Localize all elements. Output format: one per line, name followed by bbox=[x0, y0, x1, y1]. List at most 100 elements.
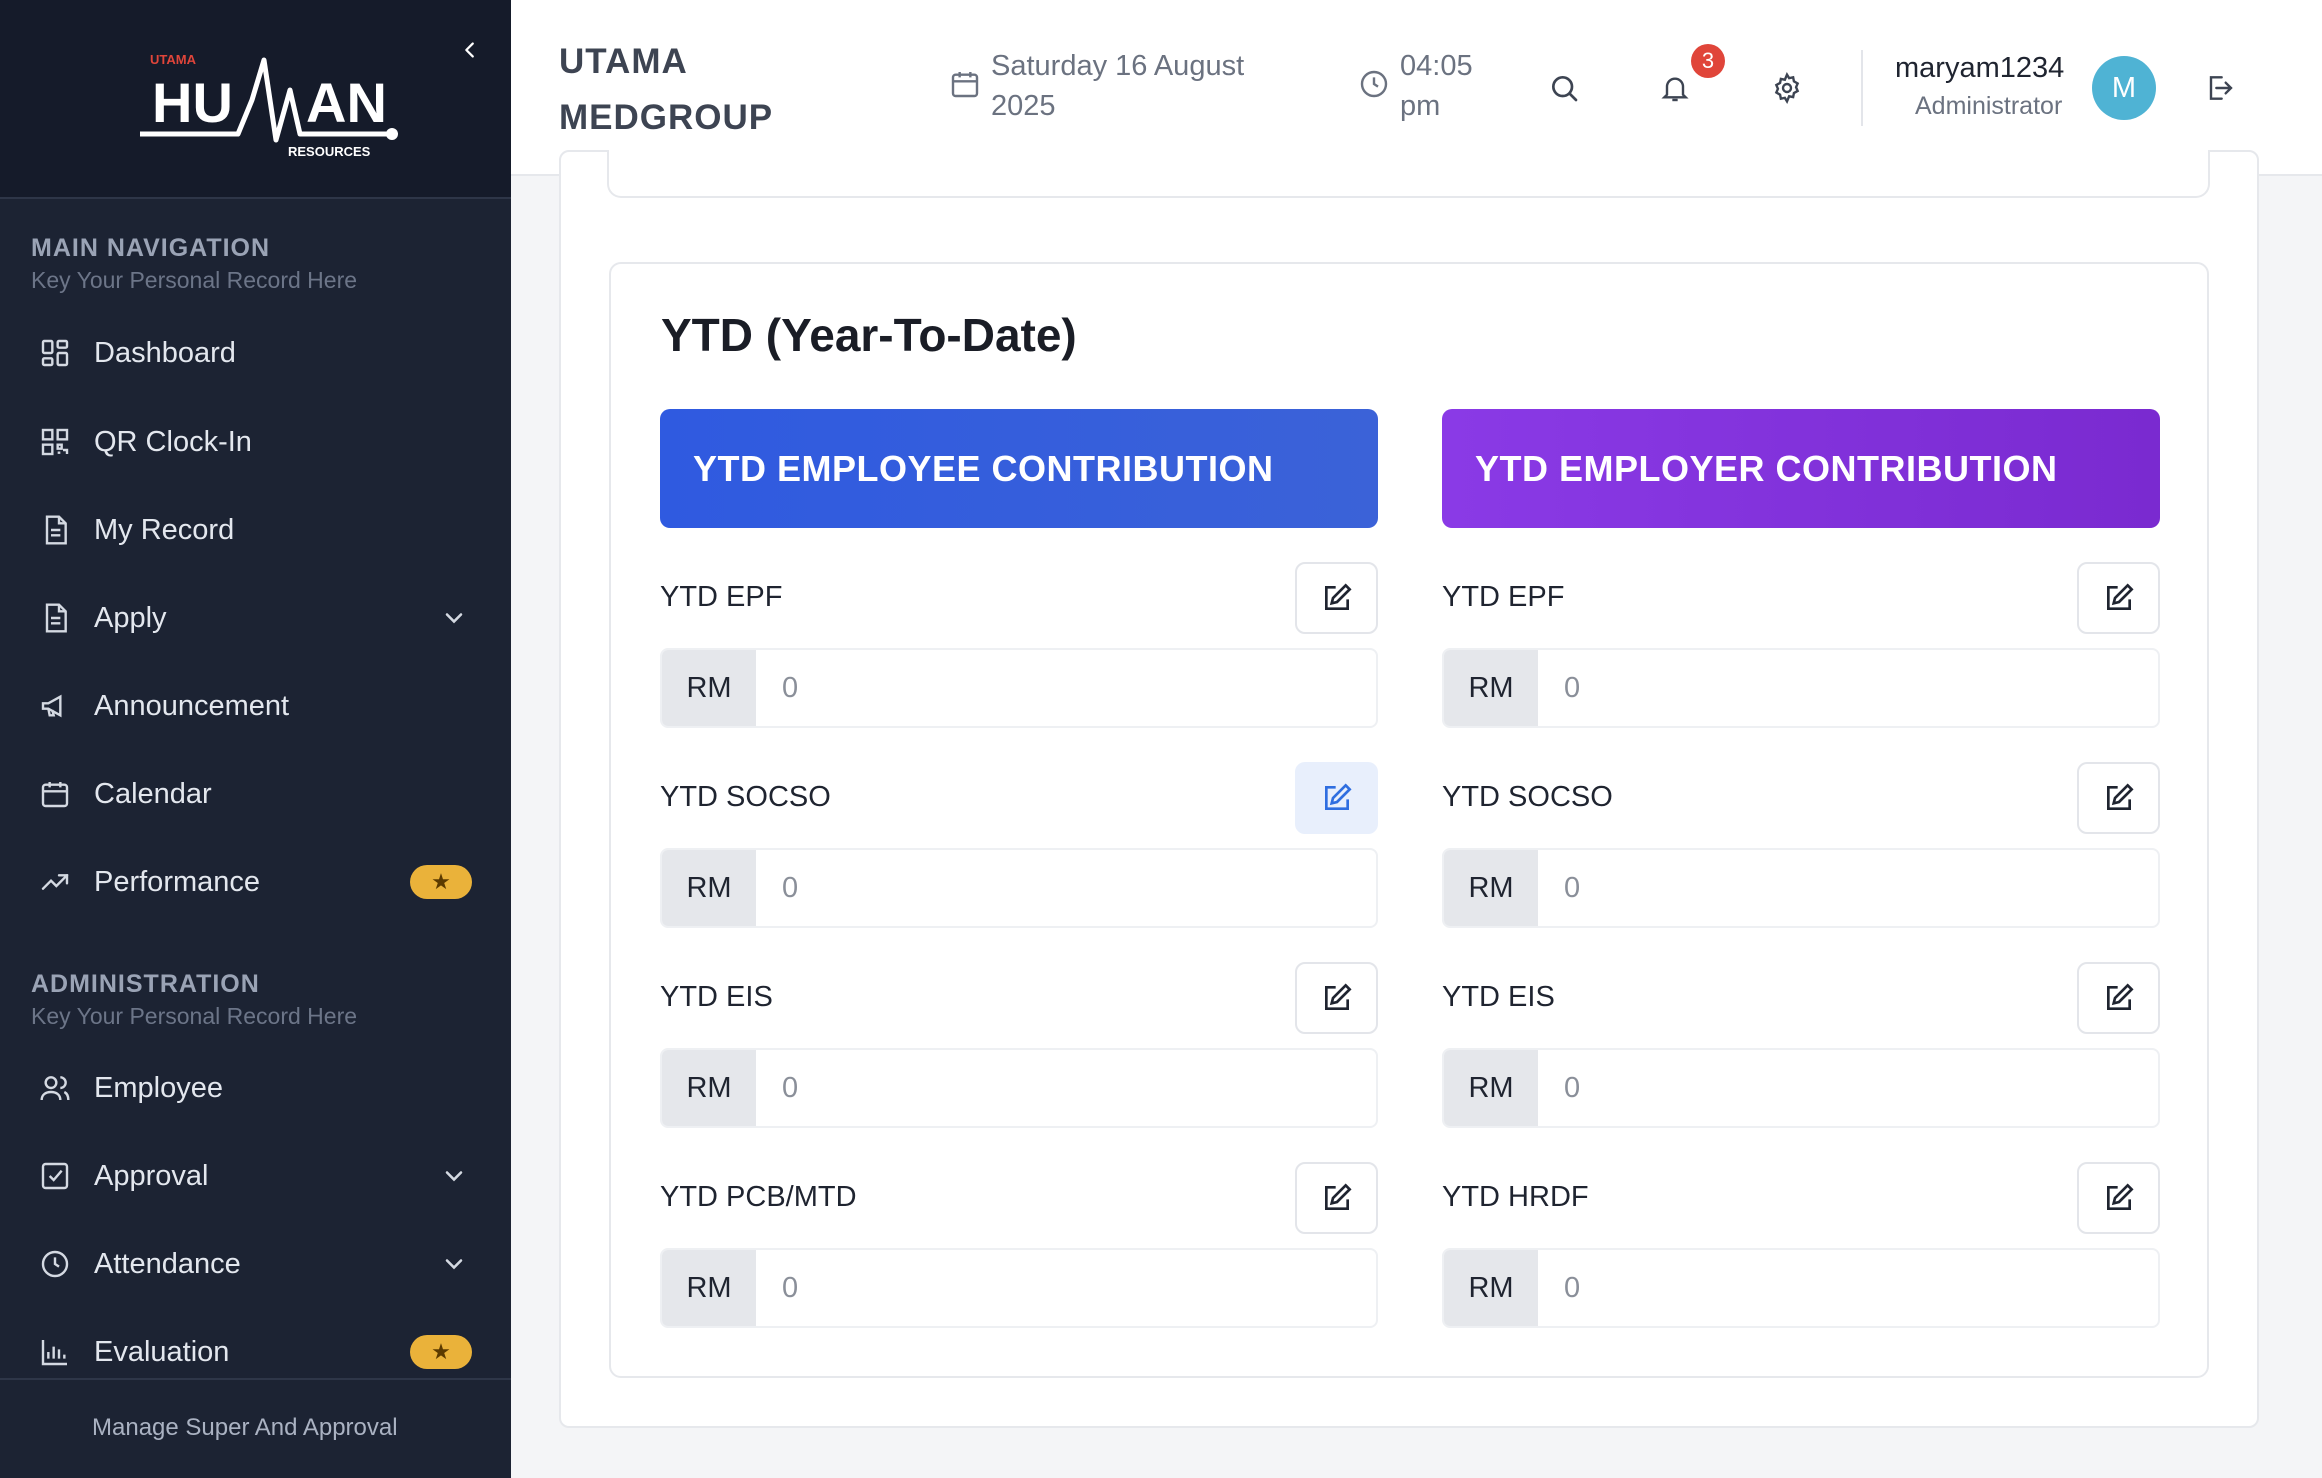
chevron-down-icon bbox=[445, 1171, 463, 1182]
edit-employer-socso-button[interactable] bbox=[2077, 762, 2160, 834]
current-date: Saturday 16 August 2025 bbox=[991, 50, 1245, 122]
settings-button[interactable] bbox=[1765, 66, 1809, 110]
sidebar-item-label: Attendance bbox=[94, 1247, 241, 1280]
employer-eis-label: YTD EIS bbox=[1442, 981, 1555, 1013]
qr-code-icon bbox=[38, 425, 72, 459]
edit-icon bbox=[2106, 983, 2134, 1010]
employer-epf-label: YTD EPF bbox=[1442, 581, 1565, 613]
bar-chart-icon bbox=[38, 1335, 72, 1369]
document-icon bbox=[38, 513, 72, 547]
edit-employer-hrdf-button[interactable] bbox=[2077, 1162, 2160, 1234]
currency-prefix: RM bbox=[1444, 1050, 1538, 1126]
employee-pcb-value[interactable]: 0 bbox=[756, 1250, 1376, 1326]
sidebar-item-apply[interactable]: Apply bbox=[0, 578, 511, 658]
megaphone-icon bbox=[38, 689, 72, 723]
avatar[interactable]: M bbox=[2092, 56, 2156, 120]
document-icon bbox=[38, 601, 72, 635]
employer-eis-field[interactable]: RM 0 bbox=[1442, 1048, 2160, 1128]
employee-eis-field[interactable]: RM 0 bbox=[660, 1048, 1378, 1128]
currency-prefix: RM bbox=[662, 650, 756, 726]
clock-icon bbox=[38, 1247, 72, 1281]
search-icon bbox=[1552, 76, 1578, 102]
employer-contribution-banner: YTD EMPLOYER CONTRIBUTION bbox=[1442, 409, 2160, 528]
employer-banner-label: YTD EMPLOYER CONTRIBUTION bbox=[1475, 447, 2058, 489]
employee-epf-label: YTD EPF bbox=[660, 581, 783, 613]
edit-employee-epf-button[interactable] bbox=[1295, 562, 1378, 634]
sidebar-item-performance[interactable]: Performance ★ bbox=[0, 842, 511, 922]
brand-logo[interactable]: UTAMA HU AN RESOURCES bbox=[130, 30, 400, 170]
employer-hrdf-value[interactable]: 0 bbox=[1538, 1250, 2158, 1326]
edit-employee-socso-button[interactable] bbox=[1295, 762, 1378, 834]
sidebar-item-label: Calendar bbox=[94, 777, 212, 810]
currency-prefix: RM bbox=[1444, 850, 1538, 926]
sidebar-item-calendar[interactable]: Calendar bbox=[0, 754, 511, 834]
date-display: Saturday 16 August 2025 bbox=[949, 46, 1261, 126]
chevron-down-icon bbox=[445, 613, 463, 624]
edit-icon bbox=[1324, 1183, 1352, 1210]
current-time: 04:05 pm bbox=[1400, 50, 1473, 122]
svg-text:UTAMA: UTAMA bbox=[150, 52, 197, 67]
sidebar-item-employee[interactable]: Employee bbox=[0, 1048, 511, 1128]
currency-prefix: RM bbox=[1444, 650, 1538, 726]
ytd-title: YTD (Year-To-Date) bbox=[661, 309, 1077, 361]
edit-icon bbox=[1324, 783, 1352, 810]
edit-employer-epf-button[interactable] bbox=[2077, 562, 2160, 634]
employee-socso-field[interactable]: RM 0 bbox=[660, 848, 1378, 928]
sidebar-item-label: Dashboard bbox=[94, 336, 236, 369]
sidebar-item-approval[interactable]: Approval bbox=[0, 1136, 511, 1216]
sidebar-item-announcement[interactable]: Announcement bbox=[0, 666, 511, 746]
header-divider bbox=[1861, 50, 1863, 126]
calendar-icon bbox=[38, 777, 72, 811]
svg-text:RESOURCES: RESOURCES bbox=[288, 144, 371, 159]
sidebar-item-label: Announcement bbox=[94, 689, 290, 722]
edit-icon bbox=[2106, 1183, 2134, 1210]
employee-pcb-label: YTD PCB/MTD bbox=[660, 1181, 857, 1213]
sidebar-item-label: Apply bbox=[94, 601, 167, 634]
employer-epf-value[interactable]: 0 bbox=[1538, 650, 2158, 726]
sidebar-item-label: Employee bbox=[94, 1071, 223, 1104]
ytd-card: YTD (Year-To-Date) YTD EMPLOYEE CONTRIBU… bbox=[609, 262, 2209, 1378]
edit-icon bbox=[1324, 983, 1352, 1010]
sidebar-item-attendance[interactable]: Attendance bbox=[0, 1224, 511, 1304]
sidebar-item-my-record[interactable]: My Record bbox=[0, 490, 511, 570]
edit-employee-eis-button[interactable] bbox=[1295, 962, 1378, 1034]
logout-button[interactable] bbox=[2197, 66, 2241, 110]
employer-socso-field[interactable]: RM 0 bbox=[1442, 848, 2160, 928]
sidebar-footer-text: Manage Super And Approval bbox=[92, 1414, 398, 1441]
edit-icon bbox=[2106, 583, 2134, 610]
search-button[interactable] bbox=[1542, 66, 1586, 110]
collapse-sidebar-button[interactable] bbox=[452, 32, 488, 68]
employee-pcb-field[interactable]: RM 0 bbox=[660, 1248, 1378, 1328]
currency-prefix: RM bbox=[1444, 1250, 1538, 1326]
sidebar-item-qr-clock-in[interactable]: QR Clock-In bbox=[0, 402, 511, 482]
logout-icon bbox=[2209, 76, 2233, 100]
employer-hrdf-label: YTD HRDF bbox=[1442, 1181, 1589, 1213]
clock-icon bbox=[1360, 70, 1388, 98]
employee-epf-field[interactable]: RM 0 bbox=[660, 648, 1378, 728]
time-display: 04:05 pm bbox=[1358, 46, 1490, 126]
sidebar-item-dashboard[interactable]: Dashboard bbox=[0, 313, 511, 393]
sidebar-item-label: Approval bbox=[94, 1159, 209, 1192]
employee-eis-value[interactable]: 0 bbox=[756, 1050, 1376, 1126]
employer-hrdf-field[interactable]: RM 0 bbox=[1442, 1248, 2160, 1328]
employee-socso-value[interactable]: 0 bbox=[756, 850, 1376, 926]
employee-epf-value[interactable]: 0 bbox=[756, 650, 1376, 726]
sidebar: UTAMA HU AN RESOURCES MAIN NAVIGATION Ke… bbox=[0, 0, 511, 1478]
sidebar-item-label: QR Clock-In bbox=[94, 425, 252, 458]
edit-employee-pcb-button[interactable] bbox=[1295, 1162, 1378, 1234]
gear-icon bbox=[1774, 72, 1800, 104]
main-nav-subtitle: Key Your Personal Record Here bbox=[31, 267, 358, 293]
main-nav-title: MAIN NAVIGATION bbox=[31, 234, 271, 262]
previous-section-card bbox=[607, 150, 2210, 198]
svg-text:AN: AN bbox=[306, 71, 387, 134]
edit-employer-eis-button[interactable] bbox=[2077, 962, 2160, 1034]
notifications-button[interactable] bbox=[1653, 66, 1697, 110]
currency-prefix: RM bbox=[662, 1250, 756, 1326]
employer-epf-field[interactable]: RM 0 bbox=[1442, 648, 2160, 728]
employer-socso-label: YTD SOCSO bbox=[1442, 781, 1613, 813]
employer-socso-value[interactable]: 0 bbox=[1538, 850, 2158, 926]
chevron-down-icon bbox=[445, 1259, 463, 1270]
employer-eis-value[interactable]: 0 bbox=[1538, 1050, 2158, 1126]
edit-icon bbox=[1324, 583, 1352, 610]
svg-text:HU: HU bbox=[152, 71, 233, 134]
